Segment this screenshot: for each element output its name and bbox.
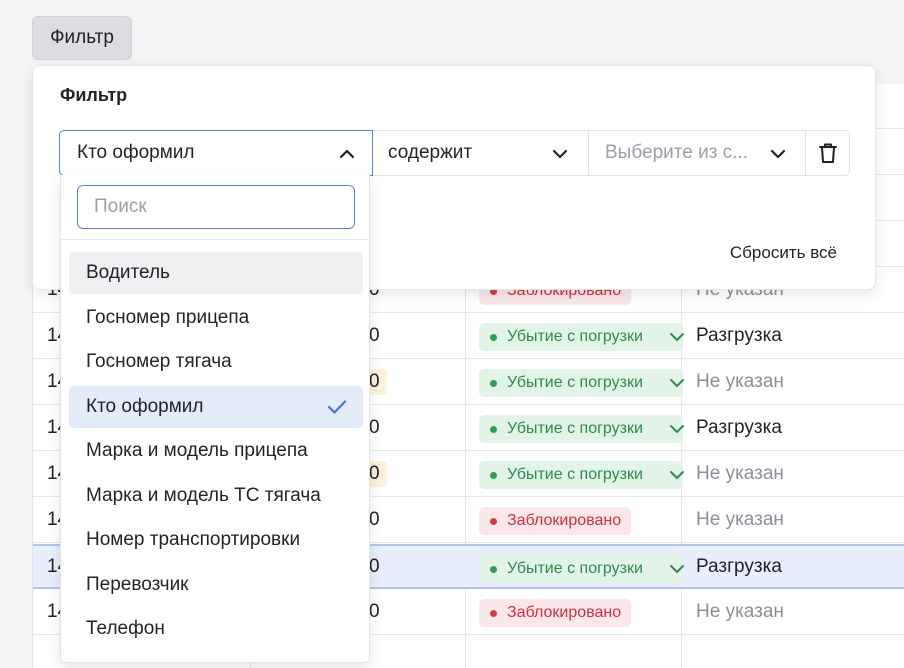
dropdown-option[interactable]: Телефон	[69, 608, 363, 650]
row-number: 0	[369, 555, 380, 577]
dropdown-option[interactable]: Перевозчик	[69, 564, 363, 606]
filter-toggle-button[interactable]: Фильтр	[32, 16, 132, 60]
operator-select[interactable]: содержит	[373, 130, 589, 176]
status-badge: Заблокировано	[479, 599, 632, 627]
dropdown-option-label: Госномер прицепа	[86, 307, 250, 328]
dropdown-option[interactable]: Марка и модель прицепа	[69, 430, 363, 472]
field-dropdown: Водитель Госномер прицепа Госномер тягача К…	[60, 175, 370, 663]
status-badge[interactable]: Убытие с погрузки	[479, 369, 684, 397]
stage-cell: Не указан	[696, 463, 784, 484]
status-dot-icon	[490, 517, 497, 525]
chevron-down-icon	[670, 425, 684, 434]
stage-cell: Разгрузка	[696, 417, 782, 438]
delete-filter-button[interactable]	[805, 130, 850, 176]
dropdown-option[interactable]: Водитель	[69, 252, 363, 294]
dropdown-option-label: Водитель	[86, 262, 170, 283]
dropdown-option[interactable]: Кто оформил	[69, 386, 363, 428]
checkmark-icon	[327, 400, 347, 414]
row-number: 0	[369, 325, 380, 346]
stage-cell: Разгрузка	[696, 555, 782, 577]
status-badge: Заблокировано	[479, 507, 632, 535]
operator-select-value: содержит	[388, 142, 473, 163]
chevron-down-icon	[670, 333, 684, 342]
status-dot-icon	[490, 471, 497, 479]
trash-icon	[818, 143, 837, 163]
row-number: 0	[369, 601, 380, 622]
dropdown-option[interactable]: Госномер тягача	[69, 341, 363, 383]
status-badge[interactable]: Убытие с погрузки	[479, 555, 684, 583]
dropdown-option[interactable]: Госномер прицепа	[69, 297, 363, 339]
chevron-down-icon	[670, 379, 684, 388]
filter-panel-title: Фильтр	[60, 85, 128, 105]
status-dot-icon	[490, 565, 497, 573]
status-label: Убытие с погрузки	[507, 466, 643, 483]
dropdown-option[interactable]: Номер транспортировки	[69, 519, 363, 561]
status-badge[interactable]: Убытие с погрузки	[479, 461, 684, 489]
status-label: Убытие с погрузки	[507, 560, 643, 577]
stage-cell: Не указан	[696, 601, 784, 622]
status-label: Заблокировано	[507, 604, 622, 621]
chevron-down-icon	[670, 471, 684, 480]
row-number: 0	[369, 509, 380, 530]
status-label: Убытие с погрузки	[507, 374, 643, 391]
chevron-up-icon	[339, 149, 355, 159]
status-dot-icon	[490, 379, 497, 387]
dropdown-option-label: Марка и модель ТС тягача	[86, 485, 321, 506]
dropdown-option[interactable]: Марка и модель ТС тягача	[69, 475, 363, 517]
status-dot-icon	[490, 425, 497, 433]
status-badge[interactable]: Убытие с погрузки	[479, 415, 684, 443]
stage-cell: Не указан	[696, 509, 784, 530]
dropdown-option-label: Номер транспортировки	[86, 529, 301, 550]
stage-cell: Разгрузка	[696, 325, 782, 346]
status-label: Заблокировано	[507, 512, 622, 529]
dropdown-option-label: Госномер тягача	[86, 351, 232, 372]
dropdown-divider	[61, 239, 369, 240]
status-label: Убытие с погрузки	[507, 420, 643, 437]
dropdown-option-label: Марка и модель прицепа	[86, 440, 308, 461]
field-select[interactable]: Кто оформил	[59, 130, 373, 176]
dropdown-option-label: Кто оформил	[86, 396, 204, 417]
chevron-down-icon	[552, 149, 568, 159]
value-select-placeholder: Выберите из с...	[605, 142, 749, 163]
dropdown-option-label: Перевозчик	[86, 574, 189, 595]
row-number: 0	[369, 417, 380, 438]
reset-all-button[interactable]: Сбросить всё	[730, 243, 837, 263]
status-dot-icon	[490, 333, 497, 341]
row-number: 0	[369, 463, 380, 484]
status-dot-icon	[490, 609, 497, 617]
field-select-value: Кто оформил	[77, 142, 195, 163]
value-select[interactable]: Выберите из с...	[588, 130, 806, 176]
dropdown-option-label: Телефон	[86, 618, 165, 639]
dropdown-search-input[interactable]	[77, 185, 355, 229]
stage-cell: Не указан	[696, 371, 784, 392]
chevron-down-icon	[770, 149, 786, 159]
status-badge[interactable]: Убытие с погрузки	[479, 323, 684, 351]
status-label: Убытие с погрузки	[507, 328, 643, 345]
row-number: 0	[369, 371, 380, 392]
chevron-down-icon	[670, 565, 684, 574]
